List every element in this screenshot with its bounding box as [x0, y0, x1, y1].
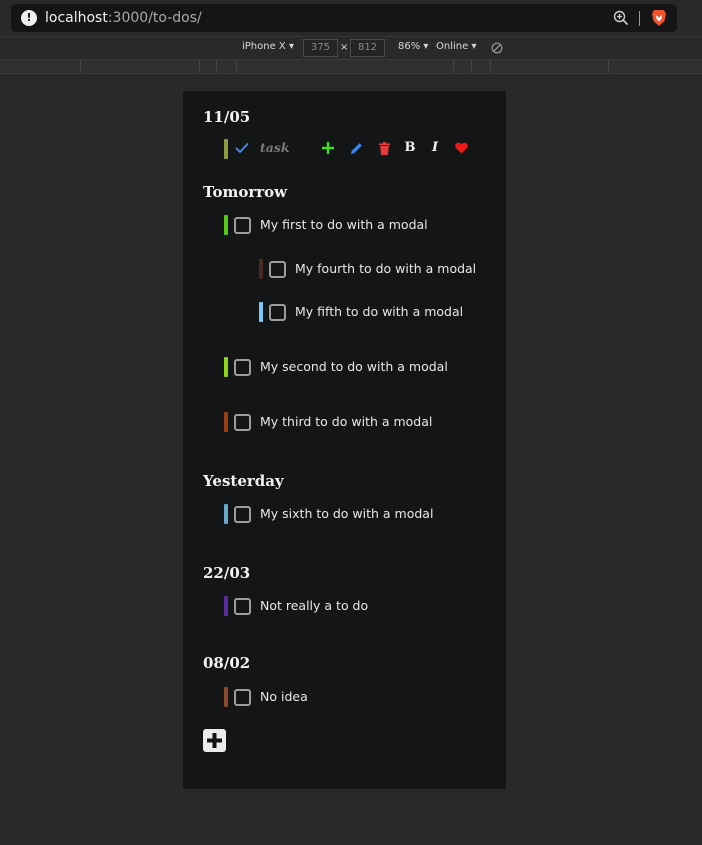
rotate-icon[interactable]	[491, 42, 503, 54]
todo-color-bar	[224, 215, 228, 235]
site-info-icon[interactable]: !	[21, 10, 37, 26]
todo-item-editing[interactable]: task B I	[224, 139, 484, 159]
todo-item[interactable]: Not really a to do	[224, 596, 484, 616]
group-heading-date: 08/02	[203, 654, 251, 672]
todo-item[interactable]: My sixth to do with a modal	[224, 504, 484, 524]
brave-lion-icon[interactable]	[651, 9, 667, 27]
todo-text: My fourth to do with a modal	[295, 261, 477, 276]
device-caret: ▾	[288, 41, 295, 52]
todo-checkbox[interactable]	[269, 304, 286, 321]
ruler-tick	[453, 60, 454, 73]
url-path: :3000/to-dos/	[107, 10, 202, 26]
group-heading-yesterday: Yesterday	[203, 472, 284, 490]
add-todo-button[interactable]	[203, 729, 226, 752]
viewport-width-input[interactable]: 375	[303, 39, 338, 57]
todo-checkbox[interactable]	[234, 598, 251, 615]
bold-button[interactable]: B	[402, 140, 418, 156]
favorite-button[interactable]	[453, 140, 469, 156]
todo-item[interactable]: My fourth to do with a modal	[259, 259, 489, 279]
ruler-tick	[608, 60, 609, 73]
plus-icon	[322, 142, 334, 154]
todo-color-bar	[259, 302, 263, 322]
todo-item[interactable]: My fifth to do with a modal	[259, 302, 489, 322]
url-host: localhost	[45, 10, 108, 26]
todo-checkbox[interactable]	[234, 359, 251, 376]
network-value: Online	[436, 41, 469, 52]
add-subtask-button[interactable]	[320, 140, 336, 156]
todo-item[interactable]: My third to do with a modal	[224, 412, 484, 432]
dimension-separator: ×	[340, 42, 349, 53]
todo-color-bar	[224, 139, 228, 159]
todo-edit-text[interactable]: task	[260, 140, 290, 156]
todo-checkbox[interactable]	[234, 217, 251, 234]
todo-checkbox[interactable]	[234, 506, 251, 523]
todo-color-bar	[224, 504, 228, 524]
heart-icon	[454, 142, 468, 154]
device-toolbar: iPhone X ▾ 375 × 812 86% ▾ Online ▾	[0, 36, 702, 59]
ruler-tick	[199, 60, 200, 73]
todo-color-bar	[224, 412, 228, 432]
url-text[interactable]: localhost:3000/to-dos/	[45, 10, 202, 26]
todo-text: My fifth to do with a modal	[295, 304, 464, 319]
device-select[interactable]: iPhone X ▾	[242, 41, 294, 53]
todo-checkbox[interactable]	[234, 689, 251, 706]
todo-text: My first to do with a modal	[260, 217, 428, 232]
todo-text: No idea	[260, 689, 308, 704]
network-caret: ▾	[471, 41, 477, 52]
device-name: iPhone X	[242, 41, 286, 52]
plus-icon	[207, 733, 222, 748]
ruler-tick	[236, 60, 237, 73]
viewport-height-input[interactable]: 812	[350, 39, 385, 57]
todo-item[interactable]: My second to do with a modal	[224, 357, 484, 377]
todo-text: My second to do with a modal	[260, 359, 448, 374]
delete-button[interactable]	[376, 140, 392, 156]
zoom-select[interactable]: 86% ▾	[398, 41, 428, 53]
ruler-tick	[80, 60, 81, 73]
zoom-value: 86%	[398, 41, 421, 52]
todo-checkbox[interactable]	[269, 261, 286, 278]
italic-button[interactable]: I	[427, 140, 443, 156]
todo-item[interactable]: No idea	[224, 687, 484, 707]
app-viewport: 11/05 task B I Tomorrow My first to do w…	[183, 91, 506, 789]
media-query-ruler[interactable]	[0, 59, 702, 74]
todo-color-bar	[259, 259, 263, 279]
todo-checkbox[interactable]	[234, 414, 251, 431]
todo-text: Not really a to do	[260, 598, 369, 613]
todo-color-bar	[224, 357, 228, 377]
todo-color-bar	[224, 596, 228, 616]
todo-text: My sixth to do with a modal	[260, 506, 434, 521]
group-heading-date: 22/03	[203, 564, 251, 582]
zoom-icon[interactable]	[613, 10, 629, 26]
ruler-tick	[216, 60, 217, 73]
todo-item[interactable]: My first to do with a modal	[224, 215, 484, 235]
ruler-tick	[490, 60, 491, 73]
zoom-caret: ▾	[423, 41, 429, 52]
group-heading-tomorrow: Tomorrow	[203, 183, 288, 201]
group-heading-date: 11/05	[203, 108, 251, 126]
check-icon[interactable]	[235, 141, 249, 155]
address-separator	[639, 11, 640, 26]
address-bar[interactable]: ! localhost:3000/to-dos/	[11, 4, 677, 32]
todo-text: My third to do with a modal	[260, 414, 433, 429]
ruler-tick	[471, 60, 472, 73]
pencil-icon	[350, 142, 362, 154]
trash-icon	[378, 141, 390, 155]
edit-button[interactable]	[348, 140, 364, 156]
todo-color-bar	[224, 687, 228, 707]
network-throttle-select[interactable]: Online ▾	[436, 41, 476, 53]
